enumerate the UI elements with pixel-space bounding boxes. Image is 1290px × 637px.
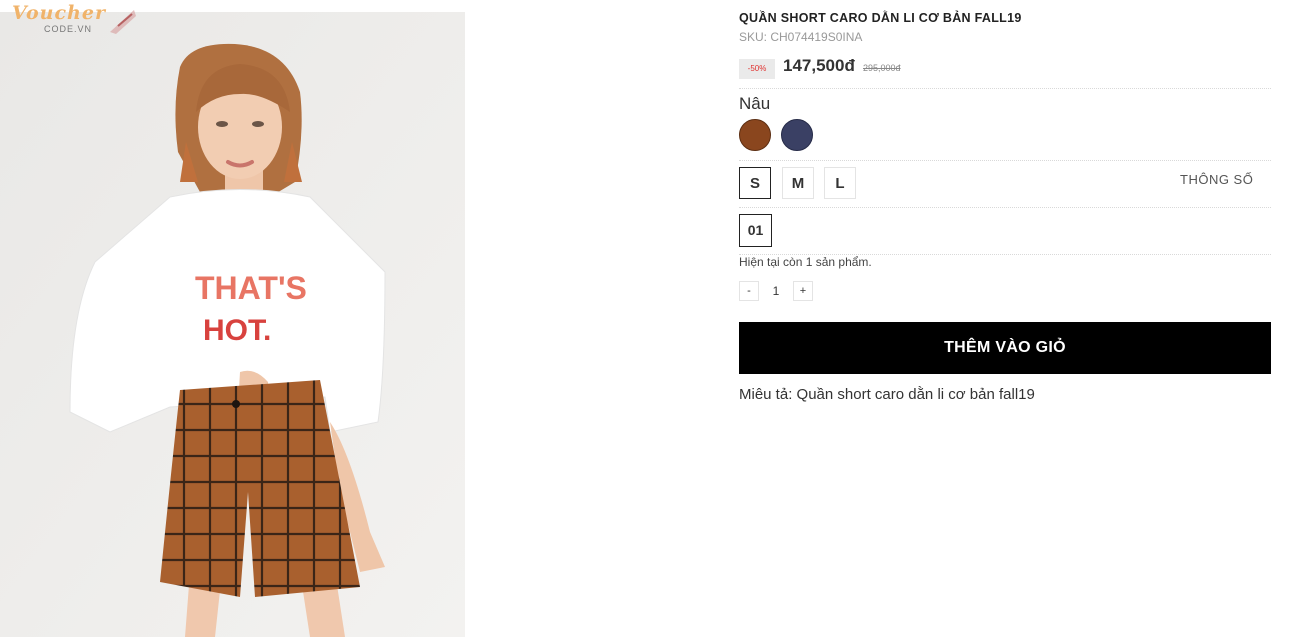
shirt-text-1: THAT'S — [195, 270, 307, 306]
shirt-text-2: HOT. — [203, 314, 271, 347]
old-price: 295,000đ — [863, 63, 901, 73]
stock-text: Hiện tại còn 1 sản phẩm. — [739, 255, 872, 269]
color-swatch-navy[interactable] — [781, 119, 813, 151]
size-option-s[interactable]: S — [739, 167, 771, 199]
ticket-icon — [110, 10, 136, 34]
voucher-logo: Voucher CODE.VN — [12, 2, 142, 42]
watermark-top: Voucher — [12, 2, 106, 24]
size-option-m[interactable]: M — [782, 167, 814, 199]
divider — [739, 207, 1271, 208]
quantity-input[interactable] — [759, 281, 793, 301]
model-illustration: THAT'S HOT. — [0, 12, 465, 637]
size-chart-link[interactable]: THÔNG SỐ — [1180, 172, 1253, 187]
product-title: QUẦN SHORT CARO DẰN LI CƠ BẢN FALL19 — [739, 11, 1022, 25]
divider — [739, 160, 1271, 161]
current-price: 147,500đ — [783, 56, 855, 75]
add-to-cart-button[interactable]: THÊM VÀO GIỎ — [739, 322, 1271, 374]
variant-option[interactable]: 01 — [739, 214, 772, 247]
discount-badge: -50% — [739, 59, 775, 79]
divider — [739, 88, 1271, 89]
size-option-l[interactable]: L — [824, 167, 856, 199]
quantity-decrease-button[interactable]: - — [739, 281, 759, 301]
selected-color-label: Nâu — [739, 94, 771, 113]
watermark-bottom: CODE.VN — [44, 24, 93, 34]
color-swatch-brown[interactable] — [739, 119, 771, 151]
quantity-increase-button[interactable]: + — [793, 281, 813, 301]
price-row: -50% 147,500đ 295,000đ — [739, 56, 1271, 82]
product-description: Miêu tả: Quần short caro dằn li cơ bản f… — [739, 386, 1035, 403]
product-sku: SKU: CH074419S0INA — [739, 30, 863, 44]
product-photo[interactable]: THAT'S HOT. — [0, 12, 465, 637]
